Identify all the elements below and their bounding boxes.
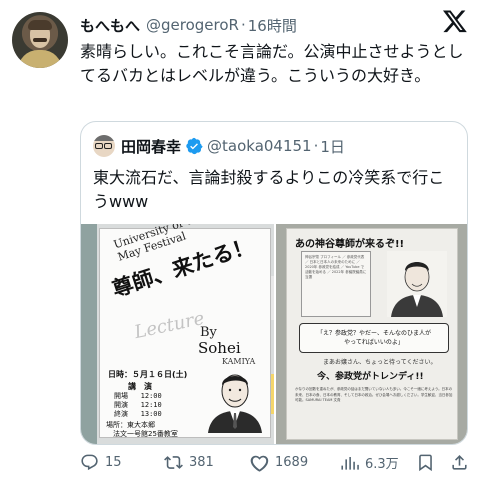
- poster-lecture: Lecture: [132, 307, 207, 344]
- flyer-profile: 神谷宗幣 プロフィール ／ 参政党代表 ／ 日本と日本人の未来のために ／ 20…: [301, 251, 371, 317]
- share-button[interactable]: [450, 453, 475, 472]
- x-logo-icon[interactable]: [442, 8, 468, 34]
- heart-icon: [250, 455, 269, 472]
- quoted-time[interactable]: 1日: [320, 136, 345, 157]
- flyer-headline: あの神谷尊師が来るぞ!!: [295, 239, 405, 250]
- quoted-text: 東大流石だ、言論封殺するよりこの冷笑系で行こうwww: [93, 168, 445, 211]
- quoted-tweet[interactable]: 田岡春幸 @taoka04151 · 1日 東大流石だ、言論封殺するよりこの冷笑…: [80, 121, 468, 445]
- poster-date: 日時：５月１６日(土): [108, 370, 188, 379]
- author-name[interactable]: もへもへ: [80, 15, 140, 36]
- reply-button[interactable]: 15: [80, 453, 122, 472]
- share-icon: [452, 455, 467, 470]
- poster-photo-left[interactable]: University of Tokyo May Festival 尊師、来たる！…: [81, 224, 274, 444]
- views-icon: [341, 456, 359, 470]
- poster-photo-right[interactable]: あの神谷尊師が来るぞ!! 神谷宗幣 プロフィール ／ 参政党代表 ／ 日本と日本…: [276, 224, 467, 444]
- poster-lecture-label: 講 演: [128, 382, 152, 391]
- tweet-time[interactable]: 16時間: [248, 15, 297, 36]
- flyer-body-text: かなりの回数を重ねたが、参政党の話はまだ聞いていない人も多い。今こそ一緒に考えよ…: [295, 387, 453, 402]
- repost-count: 381: [189, 455, 214, 470]
- like-button[interactable]: 1689: [250, 453, 308, 472]
- flyer-trendy: 今、参政党がトレンディ!!: [317, 372, 424, 382]
- reply-icon: [81, 454, 98, 471]
- bookmark-icon: [419, 454, 432, 472]
- flyer-subtext: まあお嬢さん、ちょっと待ってください。: [323, 359, 437, 366]
- flyer-paper: あの神谷尊師が来るぞ!! 神谷宗幣 プロフィール ／ 参政党代表 ／ 日本と日本…: [286, 228, 458, 440]
- repost-button[interactable]: 381: [164, 453, 214, 472]
- reply-count: 15: [105, 455, 122, 470]
- quoted-author-avatar[interactable]: [93, 135, 115, 157]
- poster-venue: 場所：東大本郷 法文一号館25番教室: [106, 421, 178, 438]
- separator-dot: ·: [240, 16, 246, 34]
- flyer-portrait: [387, 251, 447, 317]
- quoted-author-name[interactable]: 田岡春幸: [121, 136, 181, 157]
- quoted-separator-dot: ·: [313, 137, 319, 155]
- quoted-media: University of Tokyo May Festival 尊師、来たる！…: [81, 224, 467, 444]
- author-avatar[interactable]: [12, 12, 68, 68]
- flyer-callout: 「え？参政党？やだー、そんなのひま人が やってればいいのよ」: [299, 323, 449, 353]
- tweet-text: 素晴らしい。これこそ言論だ。公演中止させようとしてるバカとはレベルが違う。こうい…: [80, 42, 464, 85]
- poster-sohei: Sohei: [198, 339, 241, 357]
- like-count: 1689: [275, 455, 309, 470]
- quoted-author-handle[interactable]: @taoka04151: [207, 137, 312, 155]
- views-count: 6.3万: [365, 457, 399, 472]
- action-bar: 15 381 1689 6.3万: [80, 449, 470, 479]
- author-handle[interactable]: @gerogeroR: [146, 16, 239, 34]
- festival-poster: University of Tokyo May Festival 尊師、来たる！…: [99, 224, 271, 438]
- tweet-header: もへもへ @gerogeroR · 16時間: [80, 14, 470, 36]
- poster-by: By: [200, 325, 217, 340]
- quoted-header: 田岡春幸 @taoka04151 · 1日: [93, 135, 345, 157]
- repost-icon: [164, 456, 183, 469]
- views-button[interactable]: 6.3万: [340, 453, 399, 472]
- poster-times: 開場 12:00 開演 12:10 終演 13:00: [114, 392, 162, 418]
- portrait-illustration: [208, 374, 262, 433]
- bookmark-button[interactable]: [416, 453, 441, 472]
- verified-badge-icon: [186, 137, 203, 155]
